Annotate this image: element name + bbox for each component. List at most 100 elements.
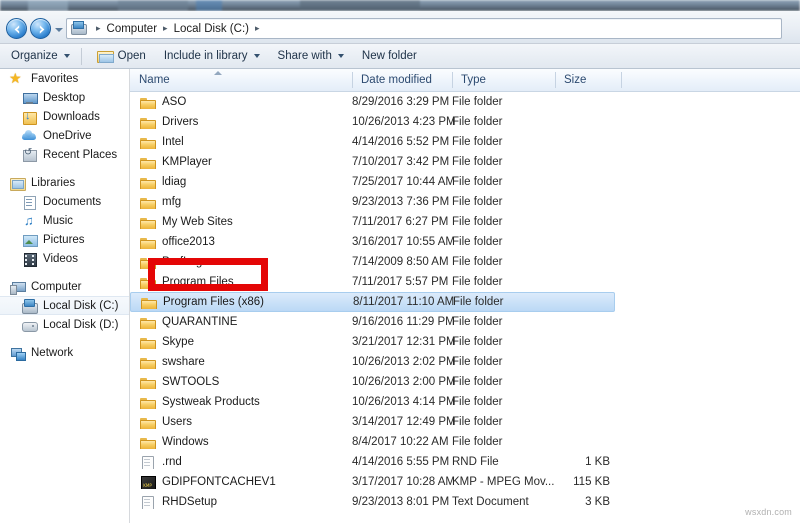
hard-drive-c-icon <box>22 298 38 314</box>
table-row[interactable]: swshare 10/26/2013 2:02 PM File folder <box>130 352 800 372</box>
folder-icon <box>140 395 156 409</box>
organize-button[interactable]: Organize <box>4 46 77 67</box>
folder-icon <box>140 175 156 189</box>
column-divider-4[interactable] <box>621 72 622 88</box>
breadcrumb-separator-0[interactable]: ▸ <box>96 23 101 34</box>
file-type-cell: File folder <box>452 136 503 148</box>
table-row[interactable]: Program Files 7/11/2017 5:57 PM File folde… <box>130 272 800 292</box>
file-name-cell: KMPlayer <box>130 155 360 169</box>
breadcrumb-item-local-disk-c[interactable]: Local Disk (C:) <box>174 23 249 35</box>
folder-icon <box>140 155 156 169</box>
column-header-type[interactable]: Type <box>452 69 555 91</box>
sidebar-item-desktop[interactable]: Desktop <box>0 88 129 107</box>
nav-group-label: Favorites <box>31 72 79 85</box>
chevron-down-icon <box>63 54 70 58</box>
generic-file-icon <box>140 455 156 469</box>
nav-group-gap <box>0 268 129 277</box>
pictures-icon <box>22 233 38 247</box>
table-row[interactable]: KMPlayer 7/10/2017 3:42 PM File folder <box>130 152 800 172</box>
table-row[interactable]: QUARANTINE 9/16/2016 11:29 PM File folder <box>130 312 800 332</box>
include-in-library-button[interactable]: Include in library <box>157 46 267 67</box>
nav-group-gap <box>0 334 129 343</box>
sidebar-item-label: Desktop <box>43 91 86 104</box>
file-name-label: Users <box>162 416 193 428</box>
new-folder-button[interactable]: New folder <box>355 46 424 67</box>
table-row[interactable]: .rnd 4/14/2016 5:55 PM RND File 1 KB <box>130 452 800 472</box>
file-type-cell: Text Document <box>452 496 529 508</box>
table-row[interactable]: Windows 8/4/2017 10:22 AM File folder <box>130 432 800 452</box>
sidebar-item-label: OneDrive <box>43 129 92 142</box>
table-row[interactable]: Systweak Products 10/26/2013 4:14 PM File … <box>130 392 800 412</box>
table-row[interactable]: Users 3/14/2017 12:49 PM File folder <box>130 412 800 432</box>
table-row[interactable]: ldiag 7/25/2017 10:44 AM File folder <box>130 172 800 192</box>
sidebar-item-local-disk-d[interactable]: Local Disk (D:) <box>0 315 129 334</box>
table-row[interactable]: Skype 3/21/2017 12:31 PM File folder <box>130 332 800 352</box>
music-icon <box>22 213 38 228</box>
file-name-label: ldiag <box>162 176 187 188</box>
table-row[interactable]: RHDSetup 9/23/2013 8:01 PM Text Document 3 … <box>130 492 800 512</box>
table-row[interactable]: ASO 8/29/2016 3:29 PM File folder <box>130 92 800 112</box>
breadcrumb-item-computer[interactable]: Computer <box>107 23 158 35</box>
navigation-pane[interactable]: Favorites Desktop Downloads OneDrive Recent … <box>0 69 130 523</box>
sidebar-item-videos[interactable]: Videos <box>0 249 129 268</box>
sidebar-item-documents[interactable]: Documents <box>0 192 129 211</box>
nav-group-favorites[interactable]: Favorites <box>0 69 129 88</box>
column-header-name[interactable]: Name <box>130 69 352 91</box>
nav-group-libraries[interactable]: Libraries <box>0 173 129 192</box>
sidebar-item-local-disk-c[interactable]: Local Disk (C:) <box>0 296 129 315</box>
table-row[interactable]: Drivers 10/26/2013 4:23 PM File folder <box>130 112 800 132</box>
watermark: wsxdn.com <box>745 507 792 517</box>
nav-group-network[interactable]: Network <box>0 343 129 362</box>
file-name-cell: Skype <box>130 335 360 349</box>
address-bar: ▸ Computer ▸ Local Disk (C:) ▸ <box>0 11 800 44</box>
breadcrumb-separator-1[interactable]: ▸ <box>163 23 168 34</box>
share-with-button[interactable]: Share with <box>271 46 351 67</box>
open-button[interactable]: Open <box>90 46 153 67</box>
forward-arrow-icon[interactable] <box>30 18 51 39</box>
history-dropdown-icon[interactable] <box>55 28 63 32</box>
breadcrumb-separator-2[interactable]: ▸ <box>255 23 260 34</box>
file-size-cell: 1 KB <box>585 456 610 468</box>
file-name-label: My Web Sites <box>162 216 233 228</box>
star-icon <box>9 70 26 87</box>
table-row[interactable]: PerfLogs 7/14/2009 8:50 AM File folder <box>130 252 800 272</box>
table-row[interactable]: mfg 9/23/2013 7:36 PM File folder <box>130 192 800 212</box>
table-row[interactable]: Program Files (x86) 8/11/2017 11:10 AM Fil… <box>130 292 615 312</box>
sidebar-item-label: Videos <box>43 252 78 265</box>
sidebar-item-pictures[interactable]: Pictures <box>0 230 129 249</box>
explorer-window: ▸ Computer ▸ Local Disk (C:) ▸ Organize … <box>0 0 800 523</box>
file-name-label: office2013 <box>162 236 215 248</box>
folder-icon <box>141 295 157 309</box>
sort-ascending-icon <box>214 71 222 75</box>
file-name-label: Windows <box>162 436 209 448</box>
table-row[interactable]: GDIPFONTCACHEV13/17/2017 10:28 AMKMP - M… <box>130 472 800 492</box>
file-name-label: ASO <box>162 96 187 108</box>
column-header-date-modified[interactable]: Date modified <box>352 69 452 91</box>
media-file-icon <box>140 475 156 489</box>
table-row[interactable]: office2013 3/16/2017 10:55 AM File folder <box>130 232 800 252</box>
column-header-row: Name Date modified Type Size <box>130 69 800 92</box>
sidebar-item-label: Pictures <box>43 233 85 246</box>
file-name-label: Intel <box>162 136 184 148</box>
sidebar-item-downloads[interactable]: Downloads <box>0 107 129 126</box>
breadcrumb-bar[interactable]: ▸ Computer ▸ Local Disk (C:) ▸ <box>66 18 782 39</box>
file-name-cell: Program Files (x86) <box>131 295 361 309</box>
nav-group-computer[interactable]: Computer <box>0 277 129 296</box>
sidebar-item-music[interactable]: Music <box>0 211 129 230</box>
computer-icon <box>10 280 26 295</box>
table-row[interactable]: Intel 4/14/2016 5:52 PM File folder <box>130 132 800 152</box>
file-size-cell: 3 KB <box>585 496 610 508</box>
sidebar-item-recent-places[interactable]: Recent Places <box>0 145 129 164</box>
file-name-cell: .rnd <box>130 455 360 469</box>
file-name-label: swshare <box>162 356 205 368</box>
file-type-cell: File folder <box>452 196 503 208</box>
table-row[interactable]: My Web Sites 7/11/2017 6:27 PM File folder <box>130 212 800 232</box>
file-list[interactable]: ASO 8/29/2016 3:29 PM File folder Drivers 10… <box>130 92 800 523</box>
sidebar-item-onedrive[interactable]: OneDrive <box>0 126 129 145</box>
cloud-icon <box>22 129 38 143</box>
back-arrow-icon[interactable] <box>6 18 27 39</box>
recent-places-icon <box>22 147 38 162</box>
text-file-icon <box>140 495 156 509</box>
table-row[interactable]: SWTOOLS 10/26/2013 2:00 PM File folder <box>130 372 800 392</box>
column-header-size[interactable]: Size <box>555 69 621 91</box>
